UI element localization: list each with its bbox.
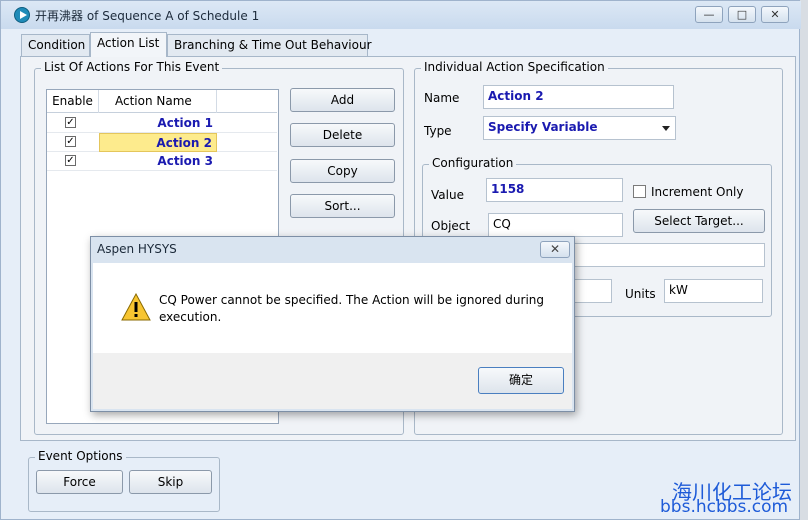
enable-cell: ✓ [47,152,99,171]
select-target-button[interactable]: Select Target... [633,209,765,233]
increment-only-label: Increment Only [651,185,744,199]
enable-checkbox[interactable]: ✓ [65,136,76,147]
action-name-selected[interactable]: Action 2 [99,133,217,152]
units-label: Units [625,287,656,301]
increment-only-checkbox[interactable] [633,185,646,198]
value-label: Value [431,188,464,202]
minimize-button[interactable]: — [695,6,723,23]
enable-cell: ✓ [47,114,99,133]
enable-cell: ✓ [47,133,99,152]
alert-dialog: Aspen HYSYS ✕ CQ Power cannot be specifi… [90,236,575,412]
enable-checkbox[interactable]: ✓ [65,155,76,166]
action-name[interactable]: Action 3 [99,152,217,171]
warning-icon [121,293,151,321]
list-header: Enable Action Name [47,90,277,113]
sort-button[interactable]: Sort... [290,194,395,218]
ok-button[interactable]: 确定 [478,367,564,394]
type-select-value: Specify Variable [488,120,598,134]
hysys-app-icon [14,7,30,23]
force-button[interactable]: Force [36,470,123,494]
column-action-name[interactable]: Action Name [99,90,217,113]
object-field[interactable]: CQ [488,213,623,237]
background-window-edge [800,0,808,520]
skip-button[interactable]: Skip [129,470,212,494]
add-button[interactable]: Add [290,88,395,112]
watermark-url: bbs.hcbbs.com [660,497,789,517]
name-label: Name [424,91,460,105]
actions-list-group-title: List Of Actions For This Event [41,60,223,74]
chevron-down-icon [662,126,670,131]
dialog-body: CQ Power cannot be specified. The Action… [93,263,572,353]
column-enable[interactable]: Enable [47,90,99,113]
type-label: Type [424,124,452,138]
tab-condition[interactable]: Condition [21,34,90,56]
window-title: 开再沸器 of Sequence A of Schedule 1 [35,9,260,23]
event-options-title: Event Options [35,449,126,463]
value-field[interactable]: 1158 [486,178,623,202]
type-select[interactable]: Specify Variable [483,116,676,140]
object-label: Object [431,219,471,233]
action-name[interactable]: Action 1 [99,114,217,133]
enable-checkbox[interactable]: ✓ [65,117,76,128]
list-item[interactable]: ✓ Action 1 [47,114,277,133]
configuration-group-title: Configuration [429,156,517,170]
close-button[interactable]: ✕ [761,6,789,23]
tab-action-list[interactable]: Action List [90,32,167,57]
title-bar[interactable]: 开再沸器 of Sequence A of Schedule 1 — □ ✕ [1,1,801,29]
spec-group-title: Individual Action Specification [421,60,608,74]
tab-branching[interactable]: Branching & Time Out Behaviour [167,34,372,56]
dialog-message: CQ Power cannot be specified. The Action… [159,293,545,324]
units-field[interactable]: kW [664,279,763,303]
maximize-button[interactable]: □ [728,6,756,23]
list-item[interactable]: ✓ Action 3 [47,152,277,171]
dialog-close-button[interactable]: ✕ [540,241,570,258]
name-field[interactable]: Action 2 [483,85,674,109]
dialog-footer: 确定 [93,353,572,409]
dialog-title: Aspen HYSYS [97,242,177,256]
list-item[interactable]: ✓ Action 2 [47,133,277,152]
delete-button[interactable]: Delete [290,123,395,147]
copy-button[interactable]: Copy [290,159,395,183]
